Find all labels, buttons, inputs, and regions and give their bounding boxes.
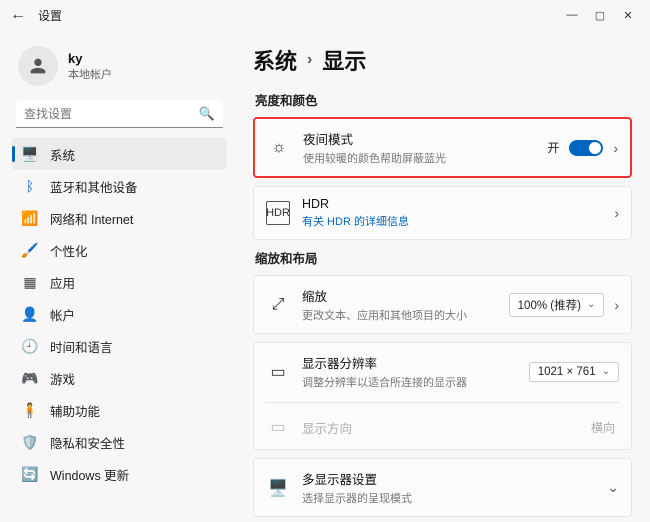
sidebar-item-label: 蓝牙和其他设备 [50, 177, 138, 196]
sidebar-item-label: 辅助功能 [50, 401, 100, 420]
sidebar-item-update[interactable]: 🔄 Windows 更新 [12, 458, 227, 490]
orientation-icon: ▭ [266, 415, 290, 439]
gaming-icon: 🎮 [22, 370, 38, 386]
sidebar-item-privacy[interactable]: 🛡️ 隐私和安全性 [12, 426, 227, 458]
card-title: 显示器分辨率 [302, 353, 517, 372]
close-button[interactable]: ✕ [614, 9, 642, 22]
card-sub: 调整分辨率以适合所连接的显示器 [302, 374, 517, 390]
sidebar-item-network[interactable]: 📶 网络和 Internet [12, 202, 227, 234]
card-sub: 选择显示器的呈现模式 [302, 490, 595, 506]
user-profile[interactable]: ky 本地帐户 [12, 42, 227, 100]
chevron-right-icon: › [307, 51, 312, 69]
chevron-down-icon: ⌄ [602, 366, 610, 377]
sidebar-item-label: 个性化 [50, 241, 88, 260]
user-sub: 本地帐户 [68, 66, 112, 82]
accessibility-icon: 🧍 [22, 402, 38, 418]
card-scale[interactable]: ⤢ 缩放 更改文本、应用和其他项目的大小 100% (推荐) ⌄ › [253, 275, 632, 334]
section-scale: 缩放和布局 [255, 248, 632, 267]
sidebar-item-accessibility[interactable]: 🧍 辅助功能 [12, 394, 227, 426]
chevron-right-icon[interactable]: › [614, 205, 619, 221]
search-icon: 🔍 [199, 106, 215, 122]
avatar [18, 46, 58, 86]
sidebar-item-time[interactable]: 🕘 时间和语言 [12, 330, 227, 362]
clock-icon: 🕘 [22, 338, 38, 354]
hdr-link[interactable]: 有关 HDR 的详细信息 [302, 213, 602, 229]
card-sub: 更改文本、应用和其他项目的大小 [302, 307, 497, 323]
card-multi-display[interactable]: 🖥️ 多显示器设置 选择显示器的呈现模式 ⌄ [253, 458, 632, 517]
sidebar-item-apps[interactable]: ▦ 应用 [12, 266, 227, 298]
card-title: HDR [302, 197, 602, 211]
resolution-dropdown[interactable]: 1021 × 761 ⌄ [529, 362, 619, 382]
sidebar-item-personalization[interactable]: 🖌️ 个性化 [12, 234, 227, 266]
sidebar-item-label: 游戏 [50, 369, 75, 388]
system-icon: 🖥️ [22, 146, 38, 162]
update-icon: 🔄 [22, 466, 38, 482]
scale-icon: ⤢ [266, 293, 290, 317]
minimize-button[interactable]: — [558, 9, 586, 21]
chevron-right-icon[interactable]: › [614, 297, 619, 313]
chevron-right-icon[interactable]: › [613, 140, 618, 156]
night-light-toggle[interactable] [569, 140, 603, 156]
shield-icon: 🛡️ [22, 434, 38, 450]
card-title: 夜间模式 [303, 129, 535, 148]
sidebar-item-label: 时间和语言 [50, 337, 113, 356]
apps-icon: ▦ [22, 274, 38, 290]
window-title: 设置 [38, 7, 62, 24]
card-title: 多显示器设置 [302, 469, 595, 488]
resolution-icon: ▭ [266, 360, 290, 384]
brush-icon: 🖌️ [22, 242, 38, 258]
section-brightness: 亮度和颜色 [255, 90, 632, 109]
sidebar-item-label: 应用 [50, 273, 75, 292]
chevron-down-icon[interactable]: ⌄ [607, 479, 619, 496]
toggle-state: 开 [547, 139, 559, 156]
person-icon [27, 55, 49, 77]
sidebar-item-label: 网络和 Internet [50, 209, 133, 228]
sidebar-item-label: 帐户 [50, 305, 75, 324]
card-resolution[interactable]: ▭ 显示器分辨率 调整分辨率以适合所连接的显示器 1021 × 761 ⌄ [254, 343, 631, 400]
search-input[interactable] [16, 100, 223, 128]
card-sub: 使用较暖的颜色帮助屏蔽蓝光 [303, 150, 535, 166]
orientation-value: 横向 [591, 419, 615, 436]
sidebar-item-label: Windows 更新 [50, 465, 129, 484]
sidebar-item-gaming[interactable]: 🎮 游戏 [12, 362, 227, 394]
card-title: 显示方向 [302, 418, 579, 437]
resolution-value: 1021 × 761 [538, 366, 596, 378]
scale-dropdown[interactable]: 100% (推荐) ⌄ [509, 293, 605, 317]
maximize-button[interactable]: ▢ [586, 9, 614, 22]
search-box[interactable]: 🔍 [16, 100, 223, 128]
chevron-down-icon: ⌄ [587, 299, 595, 310]
multi-display-icon: 🖥️ [266, 476, 290, 500]
sidebar-item-system[interactable]: 🖥️ 系统 [12, 138, 227, 170]
crumb-current: 显示 [322, 44, 366, 76]
sidebar-item-bluetooth[interactable]: ᛒ 蓝牙和其他设备 [12, 170, 227, 202]
card-night-light[interactable]: ☼ 夜间模式 使用较暖的颜色帮助屏蔽蓝光 开 › [253, 117, 632, 178]
hdr-icon: HDR [266, 201, 290, 225]
wifi-icon: 📶 [22, 210, 38, 226]
card-title: 缩放 [302, 286, 497, 305]
user-name: ky [68, 51, 112, 66]
divider [266, 402, 619, 403]
card-hdr[interactable]: HDR HDR 有关 HDR 的详细信息 › [253, 186, 632, 240]
breadcrumb: 系统 › 显示 [253, 44, 632, 76]
bluetooth-icon: ᛒ [22, 178, 38, 194]
sidebar-item-accounts[interactable]: 👤 帐户 [12, 298, 227, 330]
sidebar-item-label: 系统 [50, 145, 75, 164]
crumb-parent[interactable]: 系统 [253, 44, 297, 76]
back-button[interactable]: ← [8, 6, 28, 24]
sun-icon: ☼ [267, 136, 291, 160]
card-orientation: ▭ 显示方向 横向 [254, 405, 631, 449]
sidebar-item-label: 隐私和安全性 [50, 433, 125, 452]
account-icon: 👤 [22, 306, 38, 322]
scale-value: 100% (推荐) [518, 297, 581, 313]
